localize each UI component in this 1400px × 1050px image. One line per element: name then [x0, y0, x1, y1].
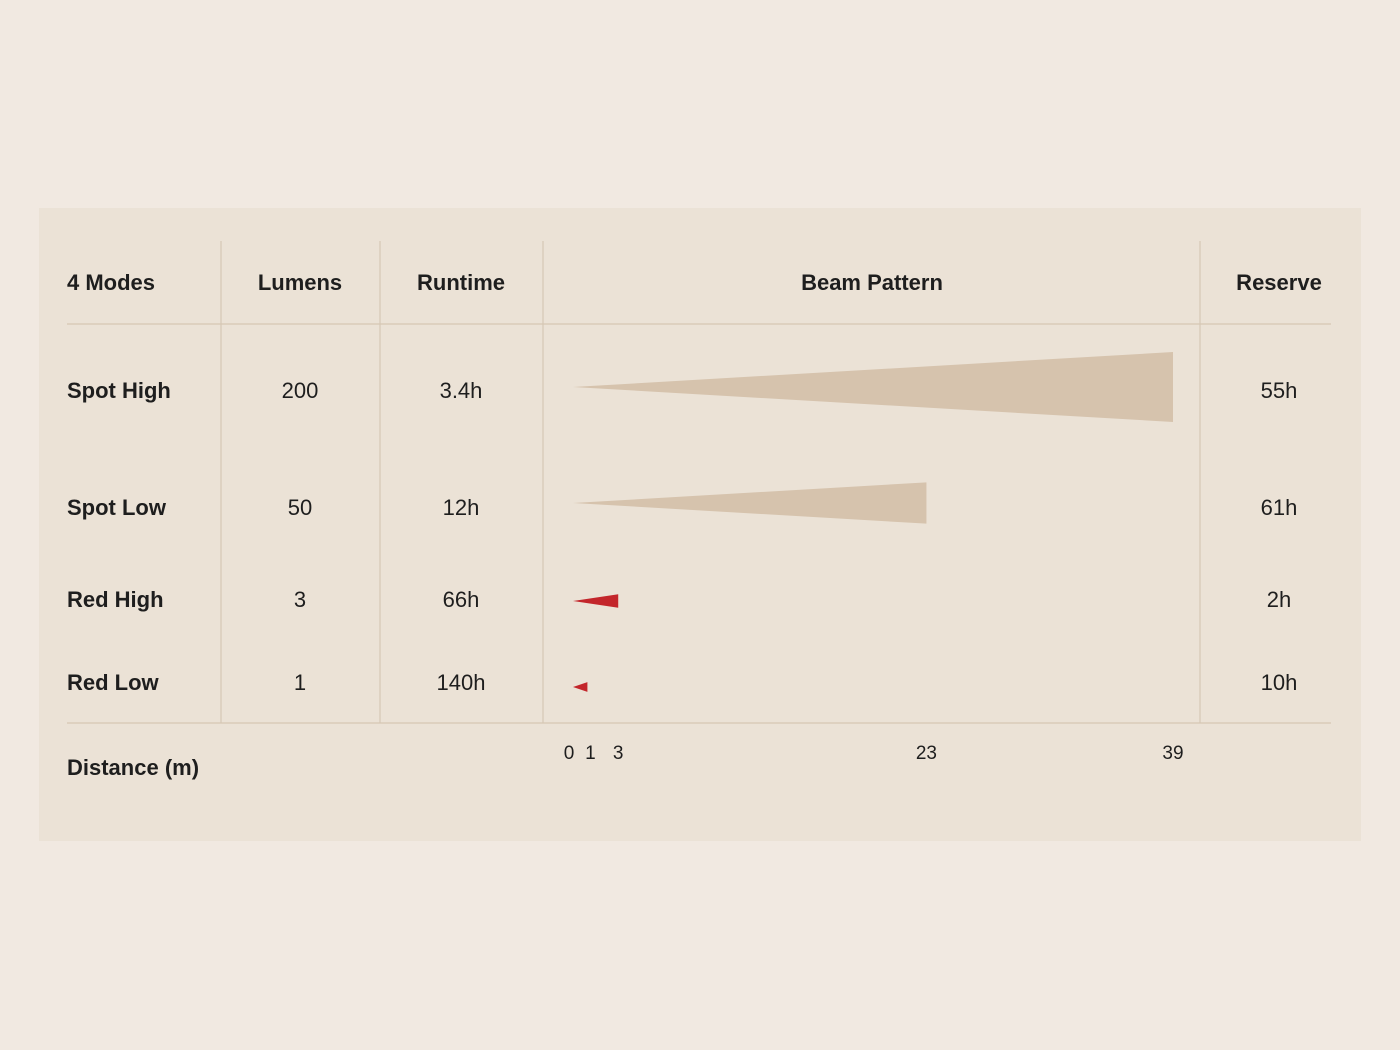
beam-red-high [573, 594, 619, 608]
distance-tick-39: 39 [1162, 743, 1184, 764]
header-beam-pattern: Beam Pattern [801, 270, 943, 295]
runtime-red-low: 140h [436, 670, 486, 695]
reserve-red-high: 2h [1266, 587, 1292, 612]
lumens-spot-low: 50 [287, 495, 313, 520]
header-reserve: Reserve [1236, 270, 1322, 295]
reserve-red-low: 10h [1260, 670, 1298, 695]
row-label-spot-low: Spot Low [67, 495, 166, 520]
distance-tick-0: 0 [563, 743, 575, 764]
reserve-spot-low: 61h [1260, 495, 1298, 520]
lumens-red-low: 1 [293, 670, 307, 695]
row-label-spot-high: Spot High [67, 378, 171, 403]
runtime-spot-low: 12h [442, 495, 480, 520]
runtime-spot-high: 3.4h [439, 378, 483, 403]
runtime-red-high: 66h [442, 587, 480, 612]
beam-spot-high [573, 352, 1173, 422]
distance-tick-23: 23 [915, 743, 937, 764]
header-modes: 4 Modes [67, 270, 156, 295]
header-lumens: Lumens [257, 270, 343, 295]
row-label-red-low: Red Low [67, 670, 159, 695]
reserve-spot-high: 55h [1260, 378, 1298, 403]
lumens-red-high: 3 [293, 587, 307, 612]
distance-tick-3: 3 [612, 743, 624, 764]
distance-axis-label: Distance (m) [67, 755, 200, 780]
beam-red-low [573, 682, 588, 692]
distance-tick-1: 1 [585, 743, 596, 764]
row-label-red-high: Red High [67, 587, 164, 612]
beam-chart-panel: 4 Modes Lumens Runtime Beam Pattern Rese… [39, 208, 1361, 841]
beam-spot-low [573, 482, 927, 524]
lumens-spot-high: 200 [281, 378, 319, 403]
header-runtime: Runtime [417, 270, 505, 295]
